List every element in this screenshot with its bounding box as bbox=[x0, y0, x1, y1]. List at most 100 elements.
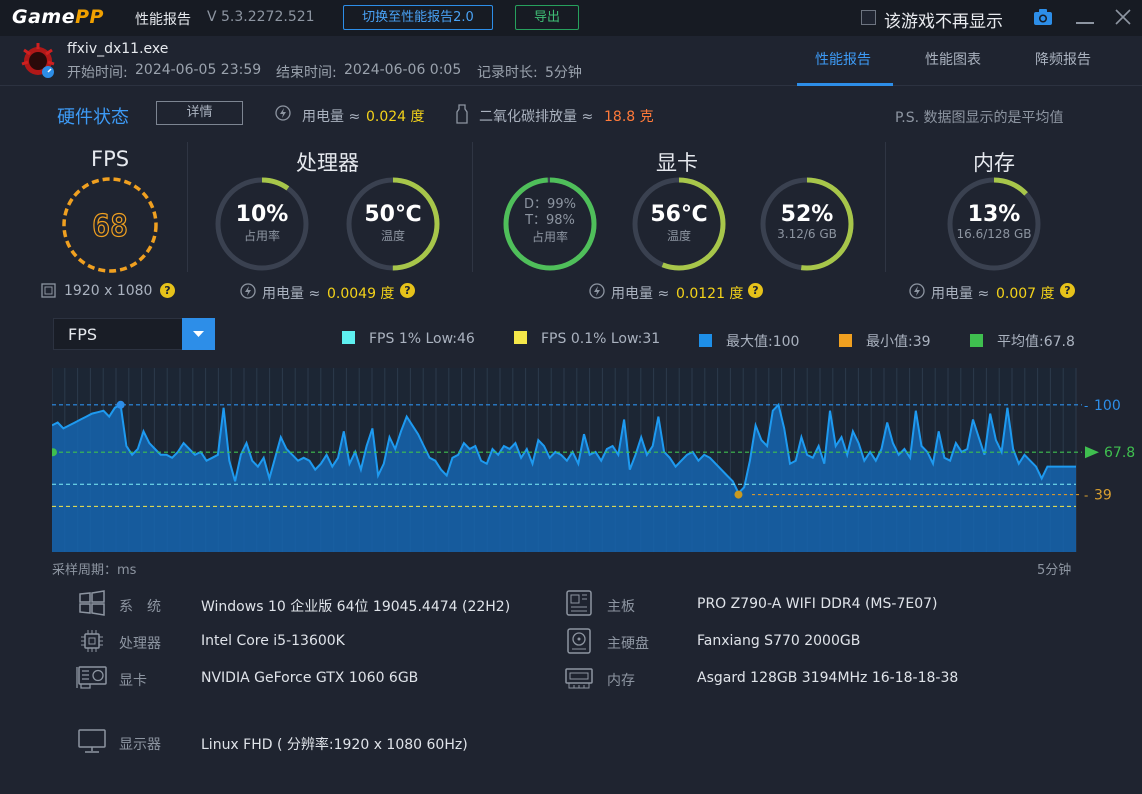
max-tick: - bbox=[1084, 399, 1088, 413]
spec-key-harddisk: 主硬盘 bbox=[607, 636, 649, 652]
spec-key-memory: 内存 bbox=[607, 673, 635, 689]
legend-swatch bbox=[342, 331, 355, 344]
spec-value-memory: Asgard 128GB 3194MHz 16-18-18-38 bbox=[697, 670, 959, 686]
power-icon bbox=[589, 283, 605, 299]
chevron-down-icon[interactable] bbox=[182, 318, 215, 350]
average-arrow-icon bbox=[1085, 446, 1099, 459]
min-label: 39 bbox=[1094, 488, 1112, 504]
legend-fps-1pct-low: FPS 1% Low:46 bbox=[342, 331, 475, 347]
spec-value-motherboard: PRO Z790-A WIFI DDR4 (MS-7E07) bbox=[697, 596, 938, 612]
legend-swatch bbox=[970, 334, 983, 347]
legend-average: 平均值:67.8 bbox=[970, 331, 1075, 351]
gpu-title: 显卡 bbox=[656, 151, 698, 175]
windows-icon bbox=[79, 590, 105, 616]
cpu-usage-gauge: 10% 占用率 bbox=[214, 176, 310, 272]
min-marker bbox=[734, 490, 743, 499]
duration: 5分钟 bbox=[545, 65, 582, 81]
sample-period-label: 采样周期：ms bbox=[52, 563, 137, 578]
spec-key-gpu: 显卡 bbox=[119, 673, 147, 689]
gpu-vram-value: 52% bbox=[780, 202, 834, 227]
max-marker bbox=[116, 400, 125, 409]
spec-key-cpu: 处理器 bbox=[119, 636, 161, 652]
cpu-usage-value: 10% bbox=[235, 202, 289, 227]
gamepp-logo: GamePP bbox=[12, 6, 104, 28]
legend-swatch bbox=[839, 334, 852, 347]
fps-title: FPS bbox=[91, 147, 130, 171]
motherboard-icon bbox=[566, 590, 592, 616]
help-icon[interactable]: ? bbox=[1060, 283, 1075, 298]
spec-key-monitor: 显示器 bbox=[119, 737, 161, 753]
no-show-checkbox[interactable] bbox=[861, 10, 876, 25]
gpu-icon bbox=[76, 666, 107, 689]
resolution-icon bbox=[41, 283, 56, 298]
close-icon[interactable] bbox=[1114, 8, 1132, 26]
spec-value-os: Windows 10 企业版 64位 19045.4474 (22H2) bbox=[201, 599, 511, 615]
help-icon[interactable]: ? bbox=[160, 283, 175, 298]
hardware-status-title: 硬件状态 bbox=[57, 107, 129, 128]
memory-power-value: 0.007 度 bbox=[996, 286, 1055, 302]
co2-label: 二氧化碳排放量 ≈ bbox=[479, 109, 594, 125]
gpu-t-usage: T：98% bbox=[525, 213, 575, 228]
cpu-icon bbox=[81, 630, 103, 652]
memory-power-label: 用电量 ≈ bbox=[931, 286, 990, 302]
spec-value-cpu: Intel Core i5-13600K bbox=[201, 633, 345, 649]
end-time: 2024-06-06 0:05 bbox=[344, 62, 462, 78]
cpu-usage-label: 占用率 bbox=[243, 229, 280, 243]
spec-value-harddisk: Fanxiang S770 2000GB bbox=[697, 633, 861, 649]
legend-swatch bbox=[514, 331, 527, 344]
average-label: 67.8 bbox=[1104, 445, 1135, 461]
help-icon[interactable]: ? bbox=[748, 283, 763, 298]
memory-title: 内存 bbox=[973, 151, 1015, 175]
end-time-label: 结束时间: bbox=[276, 65, 337, 81]
cpu-title: 处理器 bbox=[296, 151, 359, 175]
power-icon bbox=[909, 283, 925, 299]
switch-report-button[interactable]: 切换至性能报告2.0 bbox=[343, 5, 493, 30]
duration-label: 记录时长: bbox=[477, 65, 538, 81]
monitor-icon bbox=[78, 729, 106, 753]
memory-usage-value: 13% bbox=[967, 202, 1021, 227]
camera-icon[interactable] bbox=[1033, 8, 1053, 26]
game-app-icon bbox=[18, 40, 58, 80]
memory-usage-gauge: 13% 16.6/128 GB bbox=[946, 176, 1042, 272]
spec-key-motherboard: 主板 bbox=[607, 599, 635, 615]
window-title: 性能报告 bbox=[135, 12, 191, 28]
fps-chart[interactable]: 10067.839-- bbox=[52, 366, 1142, 556]
start-time-label: 开始时间: bbox=[67, 65, 128, 81]
exe-name: ffxiv_dx11.exe bbox=[67, 41, 169, 57]
cpu-power-value: 0.0049 度 bbox=[327, 286, 395, 302]
tab-performance-report[interactable]: 性能报告 bbox=[815, 49, 871, 69]
divider bbox=[885, 142, 886, 272]
power-icon bbox=[275, 105, 291, 121]
metric-select[interactable]: FPS bbox=[53, 318, 215, 350]
fps-value: 68 bbox=[92, 209, 128, 244]
details-button[interactable]: 详情 bbox=[156, 101, 243, 125]
co2-bottle-icon bbox=[456, 104, 468, 124]
gpu-temp-gauge: 56℃ 温度 bbox=[631, 176, 727, 272]
tab-performance-chart[interactable]: 性能图表 bbox=[925, 49, 981, 69]
version-label: V 5.3.2272.521 bbox=[207, 9, 315, 25]
chart-duration-label: 5分钟 bbox=[1037, 563, 1072, 578]
resolution-value: 1920 x 1080 bbox=[64, 283, 153, 299]
power-icon bbox=[240, 283, 256, 299]
ps-note: P.S. 数据图显示的是平均值 bbox=[895, 110, 1064, 126]
harddisk-icon bbox=[567, 628, 591, 654]
spec-value-gpu: NVIDIA GeForce GTX 1060 6GB bbox=[201, 670, 419, 686]
tab-throttle-report[interactable]: 降频报告 bbox=[1035, 49, 1091, 69]
spec-value-monitor: Linux FHD ( 分辨率:1920 x 1080 60Hz) bbox=[201, 737, 468, 753]
gpu-usage-gauge: D：99% T：98% 占用率 bbox=[502, 176, 598, 272]
no-show-label[interactable]: 该游戏不再显示 bbox=[884, 7, 1003, 32]
cpu-temp-value: 50℃ bbox=[364, 202, 422, 227]
total-power-value: 0.024 度 bbox=[366, 109, 425, 125]
gpu-temp-value: 56℃ bbox=[650, 202, 708, 227]
cpu-temp-label: 温度 bbox=[380, 229, 405, 243]
min-tick: - bbox=[1084, 489, 1088, 503]
metric-select-value: FPS bbox=[68, 325, 98, 344]
gpu-vram-gauge: 52% 3.12/6 GB bbox=[759, 176, 855, 272]
minimize-icon[interactable] bbox=[1076, 22, 1094, 24]
help-icon[interactable]: ? bbox=[400, 283, 415, 298]
total-power-label: 用电量 ≈ bbox=[302, 109, 361, 125]
cpu-power-label: 用电量 ≈ bbox=[262, 286, 321, 302]
gpu-temp-label: 温度 bbox=[666, 229, 691, 243]
divider bbox=[472, 142, 473, 272]
export-button[interactable]: 导出 bbox=[515, 5, 579, 30]
